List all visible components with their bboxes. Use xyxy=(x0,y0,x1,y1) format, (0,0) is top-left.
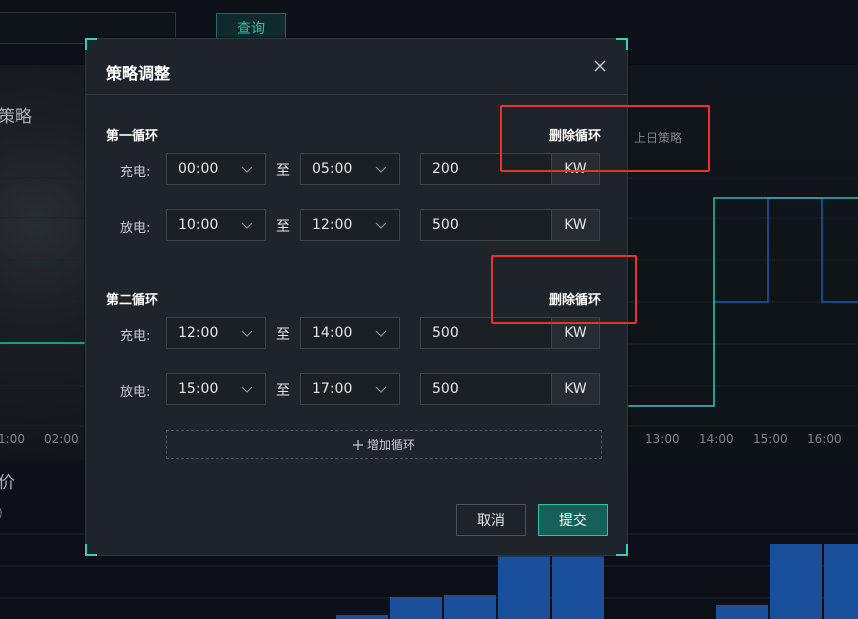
chevron-down-icon xyxy=(241,222,253,229)
power-unit: KW xyxy=(551,210,599,240)
end-time-select[interactable]: 14:00 xyxy=(300,317,400,349)
x-tick-label: 02:00 xyxy=(44,432,79,446)
to-label: 至 xyxy=(276,163,290,179)
start-time-select[interactable]: 00:00 xyxy=(166,153,266,185)
to-label: 至 xyxy=(276,219,290,235)
dialog-title: 策略调整 xyxy=(106,64,171,83)
delete-cycle-1-button[interactable]: 删除循环 xyxy=(549,125,601,144)
chevron-down-icon xyxy=(241,386,253,393)
x-tick-label: 15:00 xyxy=(753,432,788,446)
x-tick-label: 14:00 xyxy=(699,432,734,446)
power-unit: KW xyxy=(551,318,599,348)
start-time-select[interactable]: 10:00 xyxy=(166,209,266,241)
price-bar xyxy=(552,556,604,619)
charge-label: 充电: xyxy=(120,165,151,180)
price-section-subtitle: ) xyxy=(0,506,3,520)
submit-button[interactable]: 提交 xyxy=(538,504,608,536)
to-label: 至 xyxy=(276,327,290,343)
close-icon[interactable] xyxy=(593,59,607,73)
end-time-select[interactable]: 12:00 xyxy=(300,209,400,241)
chevron-down-icon xyxy=(375,222,387,229)
power-input-group[interactable]: 200 KW xyxy=(420,153,600,185)
cancel-button[interactable]: 取消 xyxy=(456,504,526,536)
chevron-down-icon xyxy=(375,330,387,337)
to-label: 至 xyxy=(276,383,290,399)
power-input-group[interactable]: 500 KW xyxy=(420,373,600,405)
cycle-1-title: 第一循环 xyxy=(106,129,159,144)
price-bar xyxy=(824,544,858,619)
price-bar xyxy=(770,544,822,619)
discharge-label: 放电: xyxy=(120,221,151,236)
price-section-title: 价 xyxy=(0,473,15,493)
start-time-select[interactable]: 12:00 xyxy=(166,317,266,349)
x-tick-label: 1:00 xyxy=(0,432,25,446)
delete-cycle-2-button[interactable]: 删除循环 xyxy=(549,289,601,308)
price-bar xyxy=(444,595,496,619)
power-unit: KW xyxy=(551,374,599,404)
cycle-1-discharge-row: 放电: 10:00 至 12:00 500 KW xyxy=(86,209,627,241)
power-input[interactable]: 500 xyxy=(421,318,551,348)
price-bar xyxy=(716,605,768,619)
chevron-down-icon xyxy=(375,166,387,173)
discharge-label: 放电: xyxy=(120,385,151,400)
add-cycle-label: 增加循环 xyxy=(366,438,415,452)
charge-label: 充电: xyxy=(120,329,151,344)
price-bar xyxy=(336,615,388,619)
x-tick-label: 13:00 xyxy=(645,432,680,446)
plus-icon xyxy=(352,439,363,450)
cycle-2-title: 第二循环 xyxy=(106,293,159,308)
x-tick-label: 16:00 xyxy=(807,432,842,446)
power-input-group[interactable]: 500 KW xyxy=(420,317,600,349)
chevron-down-icon xyxy=(241,330,253,337)
power-input-group[interactable]: 500 KW xyxy=(420,209,600,241)
start-time-select[interactable]: 15:00 xyxy=(166,373,266,405)
strategy-adjust-dialog: 策略调整 第一循环 删除循环 充电: 00:00 至 05:00 200 KW … xyxy=(85,38,628,556)
power-input[interactable]: 500 xyxy=(421,210,551,240)
chevron-down-icon xyxy=(241,166,253,173)
corner-accent xyxy=(85,544,97,556)
cycle-2-discharge-row: 放电: 15:00 至 17:00 500 KW xyxy=(86,373,627,405)
power-input[interactable]: 200 xyxy=(421,154,551,184)
cycle-2-charge-row: 充电: 12:00 至 14:00 500 KW xyxy=(86,317,627,349)
price-bar xyxy=(390,597,442,619)
end-time-select[interactable]: 17:00 xyxy=(300,373,400,405)
corner-accent xyxy=(616,544,628,556)
chevron-down-icon xyxy=(375,386,387,393)
dialog-header: 策略调整 xyxy=(86,39,627,95)
price-bar xyxy=(498,556,550,619)
end-time-select[interactable]: 05:00 xyxy=(300,153,400,185)
add-cycle-button[interactable]: 增加循环 xyxy=(166,430,602,459)
cycle-1-charge-row: 充电: 00:00 至 05:00 200 KW xyxy=(86,153,627,185)
power-input[interactable]: 500 xyxy=(421,374,551,404)
power-unit: KW xyxy=(551,154,599,184)
